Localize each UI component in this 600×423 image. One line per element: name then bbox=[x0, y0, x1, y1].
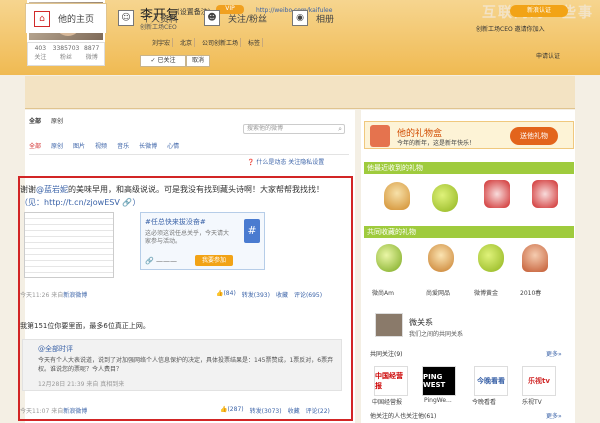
repost-text: 今天有个人大表说道，说到了对加强网络个人信息保护的决定，具体投票结果是：145票… bbox=[38, 357, 334, 373]
gift-drinks-icon[interactable] bbox=[432, 184, 458, 212]
feed-help-link[interactable]: ❓ 什么是动态 关注隐私设置 bbox=[247, 157, 324, 166]
tag-item[interactable]: 公司创新工场 bbox=[200, 38, 242, 47]
people-icon: ☻ bbox=[204, 10, 220, 26]
more-link[interactable]: 更多» bbox=[546, 349, 562, 358]
invite-text: 创新工场CEO 邀请你加入 bbox=[476, 26, 545, 33]
gift-buddy-icon[interactable] bbox=[428, 244, 454, 272]
like-button[interactable]: 👍(287) bbox=[220, 406, 244, 415]
filter-original[interactable]: 原创 bbox=[51, 141, 63, 150]
gift-subtitle: 今年的新年，这是新年快乐！ bbox=[397, 140, 476, 147]
filter-video[interactable]: 视频 bbox=[95, 141, 107, 150]
relation-avatar[interactable] bbox=[375, 313, 403, 337]
post-link[interactable]: （见：http://t.cn/zjowESV 🔗） bbox=[20, 197, 140, 208]
logo-letv[interactable]: 乐视tv bbox=[522, 366, 556, 396]
recent-gifts-title: 他最近收到的礼物 bbox=[364, 162, 574, 174]
tag-item[interactable]: 刘宇宏 bbox=[150, 38, 174, 47]
gift-avatar-icon bbox=[370, 125, 390, 147]
filter-image[interactable]: 图片 bbox=[73, 141, 85, 150]
tab-profile[interactable]: ☺ 个人资料 bbox=[118, 3, 178, 33]
gift-label: 微博黄金 bbox=[474, 290, 499, 297]
unfollow-button[interactable]: 取消 bbox=[186, 55, 210, 67]
post-actions: 👍(287) 转发(3073) 收藏 评论(22) bbox=[220, 406, 330, 415]
relation-title: 微关系 bbox=[409, 318, 433, 327]
post-meta: 今天11:26 来自新浪微博 bbox=[20, 292, 88, 299]
search-icon[interactable]: ⌕ bbox=[338, 125, 342, 133]
tab-album[interactable]: ◉ 相册 bbox=[292, 3, 334, 33]
post-meta: 今天11:07 来自新浪微博 bbox=[20, 408, 88, 415]
comment-button[interactable]: 评论(695) bbox=[294, 290, 322, 299]
logo-label: 今晚看看 bbox=[472, 399, 497, 406]
post-source[interactable]: 新浪微博 bbox=[63, 292, 87, 299]
gift-label: 微尚Am bbox=[372, 290, 394, 297]
more-link[interactable]: 更多» bbox=[546, 411, 562, 420]
repost-button[interactable]: 转发(3073) bbox=[250, 406, 282, 415]
gift-label: 尚爱网品 bbox=[426, 290, 451, 297]
tag-item[interactable]: 标签 bbox=[246, 38, 264, 47]
card-desc: 这必须这说任总关乎，今天请大家参与活动。 bbox=[145, 230, 230, 245]
filter-music[interactable]: 音乐 bbox=[117, 141, 129, 150]
mutual-follow-title: 他关注的人也关注他(61) bbox=[370, 413, 437, 420]
filter-mood[interactable]: 心情 bbox=[167, 141, 179, 150]
tab-follow[interactable]: ☻ 关注/粉丝 bbox=[204, 3, 267, 33]
post-image[interactable] bbox=[24, 212, 114, 278]
profile-stats: 403 关注 3385703 粉丝 8877 微博 bbox=[27, 42, 105, 66]
logo-jingying[interactable]: 中国经营报 bbox=[374, 366, 408, 396]
profile-tags: 刘宇宏 北京 公司创新工场 标签 bbox=[150, 38, 264, 47]
feed-filters: 全部 原创 图片 视频 音乐 长微博 心情 bbox=[29, 141, 349, 155]
gift-label: 2010春 bbox=[520, 290, 542, 297]
search-input[interactable]: 搜索他的微博 ⌕ bbox=[243, 124, 345, 134]
logo-label: 乐视TV bbox=[522, 399, 542, 406]
gift-box: 他的礼物盒 今年的新年，这是新年快乐！ 送他礼物 bbox=[364, 121, 574, 149]
repost-author[interactable]: @全部时评 bbox=[38, 344, 73, 354]
logo-jinwan[interactable]: 今晚看看 bbox=[474, 366, 508, 396]
subtab-all[interactable]: 全部 bbox=[29, 116, 41, 125]
card-logo-icon: # bbox=[244, 219, 260, 243]
camera-icon: ◉ bbox=[292, 10, 308, 26]
card-title[interactable]: #任总快来拔没奋# bbox=[145, 217, 206, 227]
card-join-button[interactable]: 我要参加 bbox=[195, 255, 233, 266]
subtab-original[interactable]: 原创 bbox=[51, 116, 63, 125]
filter-long[interactable]: 长微博 bbox=[139, 141, 157, 150]
like-button[interactable]: 👍(84) bbox=[216, 290, 236, 299]
relation-subtitle: 我们之间的共同关系 bbox=[409, 331, 464, 338]
stat-fans[interactable]: 3385703 粉丝 bbox=[53, 43, 80, 65]
verify-button[interactable]: 新浪认证 bbox=[510, 5, 568, 17]
gift-drinks-icon[interactable] bbox=[478, 244, 504, 272]
home-icon: ⌂ bbox=[34, 10, 50, 27]
logo-pingwest[interactable]: PING WEST bbox=[422, 366, 456, 396]
logo-label: PingWe... bbox=[424, 397, 452, 404]
user-icon: ☺ bbox=[118, 10, 134, 26]
common-gifts-title: 共同收藏的礼物 bbox=[364, 226, 574, 238]
gift-bikini-icon[interactable] bbox=[484, 180, 510, 208]
stat-following[interactable]: 403 关注 bbox=[28, 43, 53, 65]
comment-button[interactable]: 评论(22) bbox=[306, 406, 330, 415]
gift-figure-icon[interactable] bbox=[522, 244, 548, 272]
card-link[interactable]: 🔗 ——— bbox=[145, 257, 177, 265]
gift-head-icon[interactable] bbox=[384, 182, 410, 210]
apply-verify-link[interactable]: 申请认证 bbox=[536, 51, 560, 60]
profile-navbar bbox=[25, 76, 575, 109]
feed-subtabs: 全部 原创 bbox=[29, 116, 63, 125]
post-card[interactable]: #任总快来拔没奋# 这必须这说任总关乎，今天请大家参与活动。 🔗 ——— 我要参… bbox=[140, 212, 265, 270]
post-text: 我第151位你要里面，最多6位真正上网。 bbox=[20, 322, 150, 330]
logo-label: 中国经营报 bbox=[372, 399, 403, 406]
favorite-button[interactable]: 收藏 bbox=[276, 290, 288, 299]
tag-item[interactable]: 北京 bbox=[178, 38, 196, 47]
gift-bikini-icon[interactable] bbox=[532, 180, 558, 208]
repost-time: 12月28日 21:39 来自 真相到来 bbox=[38, 381, 125, 388]
common-follow-title: 共同关注(9) bbox=[370, 351, 403, 358]
post-actions: 👍(84) 转发(393) 收藏 评论(695) bbox=[216, 290, 322, 299]
post-mention[interactable]: @蓝岩妮 bbox=[36, 185, 68, 194]
repost-button[interactable]: 转发(393) bbox=[242, 290, 270, 299]
stat-posts[interactable]: 8877 微博 bbox=[79, 43, 104, 65]
gift-lime-icon[interactable] bbox=[376, 244, 402, 272]
tab-home[interactable]: ⌂ 他的主页 bbox=[25, 3, 107, 33]
send-gift-button[interactable]: 送他礼物 bbox=[510, 127, 558, 145]
favorite-button[interactable]: 收藏 bbox=[288, 406, 300, 415]
post-source[interactable]: 新浪微博 bbox=[63, 408, 87, 415]
filter-all[interactable]: 全部 bbox=[29, 141, 41, 150]
post-text: 谢谢@蓝岩妮的美味早用，和高级说说。可是我没有找到藏头诗啊！大家帮帮我找找！ bbox=[20, 185, 324, 194]
followed-button[interactable]: ✓ 已关注 bbox=[140, 55, 186, 67]
